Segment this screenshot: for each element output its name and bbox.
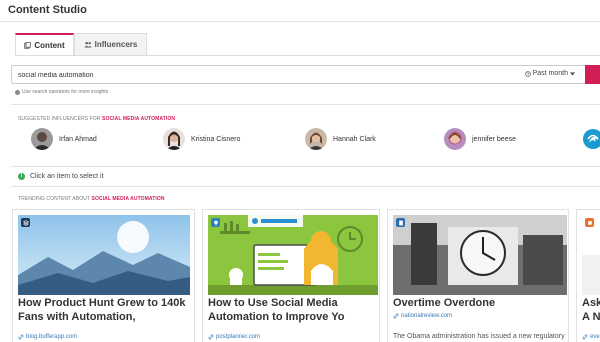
influencer-name: jennifer beese [472,135,516,143]
influencer-name: Irfan Ahmad [59,135,97,143]
info-icon [15,89,20,95]
influencers-section-keyword: SOCIAL MEDIA AUTOMATION [102,116,176,122]
time-filter-dropdown[interactable]: Past month [524,70,575,77]
card-title: How Product Hunt Grew to 140k Fans with … [18,296,193,324]
avatar [582,128,600,150]
search-box: Past month [11,65,586,84]
card-title: Ask A N [582,296,600,324]
trending-section-prefix: TRENDING CONTENT ABOUT [18,196,91,202]
search-hint-text: Use search operators for more insights [22,89,109,95]
card-title-line: A N [582,311,600,323]
app-title: Content Studio [8,4,87,16]
article-type-badge [21,218,30,227]
card-image [582,215,600,295]
card-title-line: How to Use Social Media [208,297,338,309]
search-button[interactable] [585,65,600,84]
tab-content-label: Content [34,40,65,50]
influencer-item[interactable]: Hannah Clark [305,127,376,151]
info-circle-icon: i [18,173,25,180]
clock-icon [524,70,531,77]
card-source[interactable]: postplanner.com [208,334,260,340]
selection-prompt: Click an item to select it [30,173,104,180]
card-description: The Obama administration has issued a ne… [393,333,565,340]
avatar [31,128,53,150]
card-title-line: Fans with Automation, [18,311,136,323]
content-card[interactable]: How Product Hunt Grew to 140k Fans with … [12,209,195,342]
card-title: Overtime Overdone [393,296,567,310]
influencer-name: Kristina Cisnero [191,135,241,143]
document-icon [398,220,403,225]
tab-influencers-label: Influencers [94,40,138,49]
card-source[interactable]: ever [582,334,600,340]
time-filter-label: Past month [532,70,568,77]
content-card[interactable]: How to Use Social Media Automation to Im… [202,209,380,342]
card-source[interactable]: nationalreview.com [393,313,452,319]
avatar [444,128,466,150]
card-source-label: blog.bufferapp.com [26,334,78,340]
influencers-section-prefix: SUGGESTED INFLUENCERS FOR [18,116,101,122]
caret-down-icon [570,71,575,76]
link-icon [393,313,399,319]
content-card[interactable]: Overtime Overdone nationalreview.com The… [387,209,569,342]
card-source-label: nationalreview.com [401,313,453,319]
users-icon [83,41,92,48]
card-image [18,215,190,295]
tab-divider [15,55,600,56]
layers-icon [22,219,29,226]
avatar [305,128,327,150]
article-type-badge [585,218,594,227]
trending-section-label: TRENDING CONTENT ABOUT SOCIAL MEDIA AUTO… [18,196,165,202]
card-title: How to Use Social Media Automation to Im… [208,296,378,324]
card-source[interactable]: blog.bufferapp.com [18,334,77,340]
avatar [163,128,185,150]
influencer-item[interactable] [582,127,600,151]
article-type-badge [211,218,220,227]
search-hint: Use search operators for more insights [15,89,108,95]
tab-influencers[interactable]: Influencers [74,33,147,56]
card-title-line: Ask [582,297,600,309]
influencer-name: Hannah Clark [333,135,376,143]
influencer-item[interactable]: Kristina Cisnero [163,127,240,151]
section-divider [11,104,600,105]
link-icon [208,334,214,340]
evernote-icon [587,220,592,225]
content-icon [24,41,32,49]
card-source-label: ever [590,334,600,340]
card-image [393,215,567,295]
card-image [208,215,378,295]
card-title-line: Overtime Overdone [393,297,496,309]
article-type-badge [396,218,405,227]
pin-icon [213,220,218,226]
card-title-line: How Product Hunt Grew to 140k [18,297,186,309]
tab-content[interactable]: Content [15,33,74,56]
search-input[interactable] [18,68,438,82]
link-icon [18,334,24,340]
influencer-item[interactable]: jennifer beese [444,127,516,151]
influencer-item[interactable]: Irfan Ahmad [31,127,97,151]
link-icon [582,334,588,340]
trending-section-keyword: SOCIAL MEDIA AUTOMATION [91,196,165,202]
card-title-line: Automation to Improve Yo [208,311,345,323]
top-bar: Content Studio [0,0,600,22]
content-card[interactable]: Ask A N ever [576,209,600,342]
influencers-section-label: SUGGESTED INFLUENCERS FOR SOCIAL MEDIA A… [18,116,175,122]
card-source-label: postplanner.com [216,334,261,340]
selection-prompt-bar: i Click an item to select it [11,166,600,187]
